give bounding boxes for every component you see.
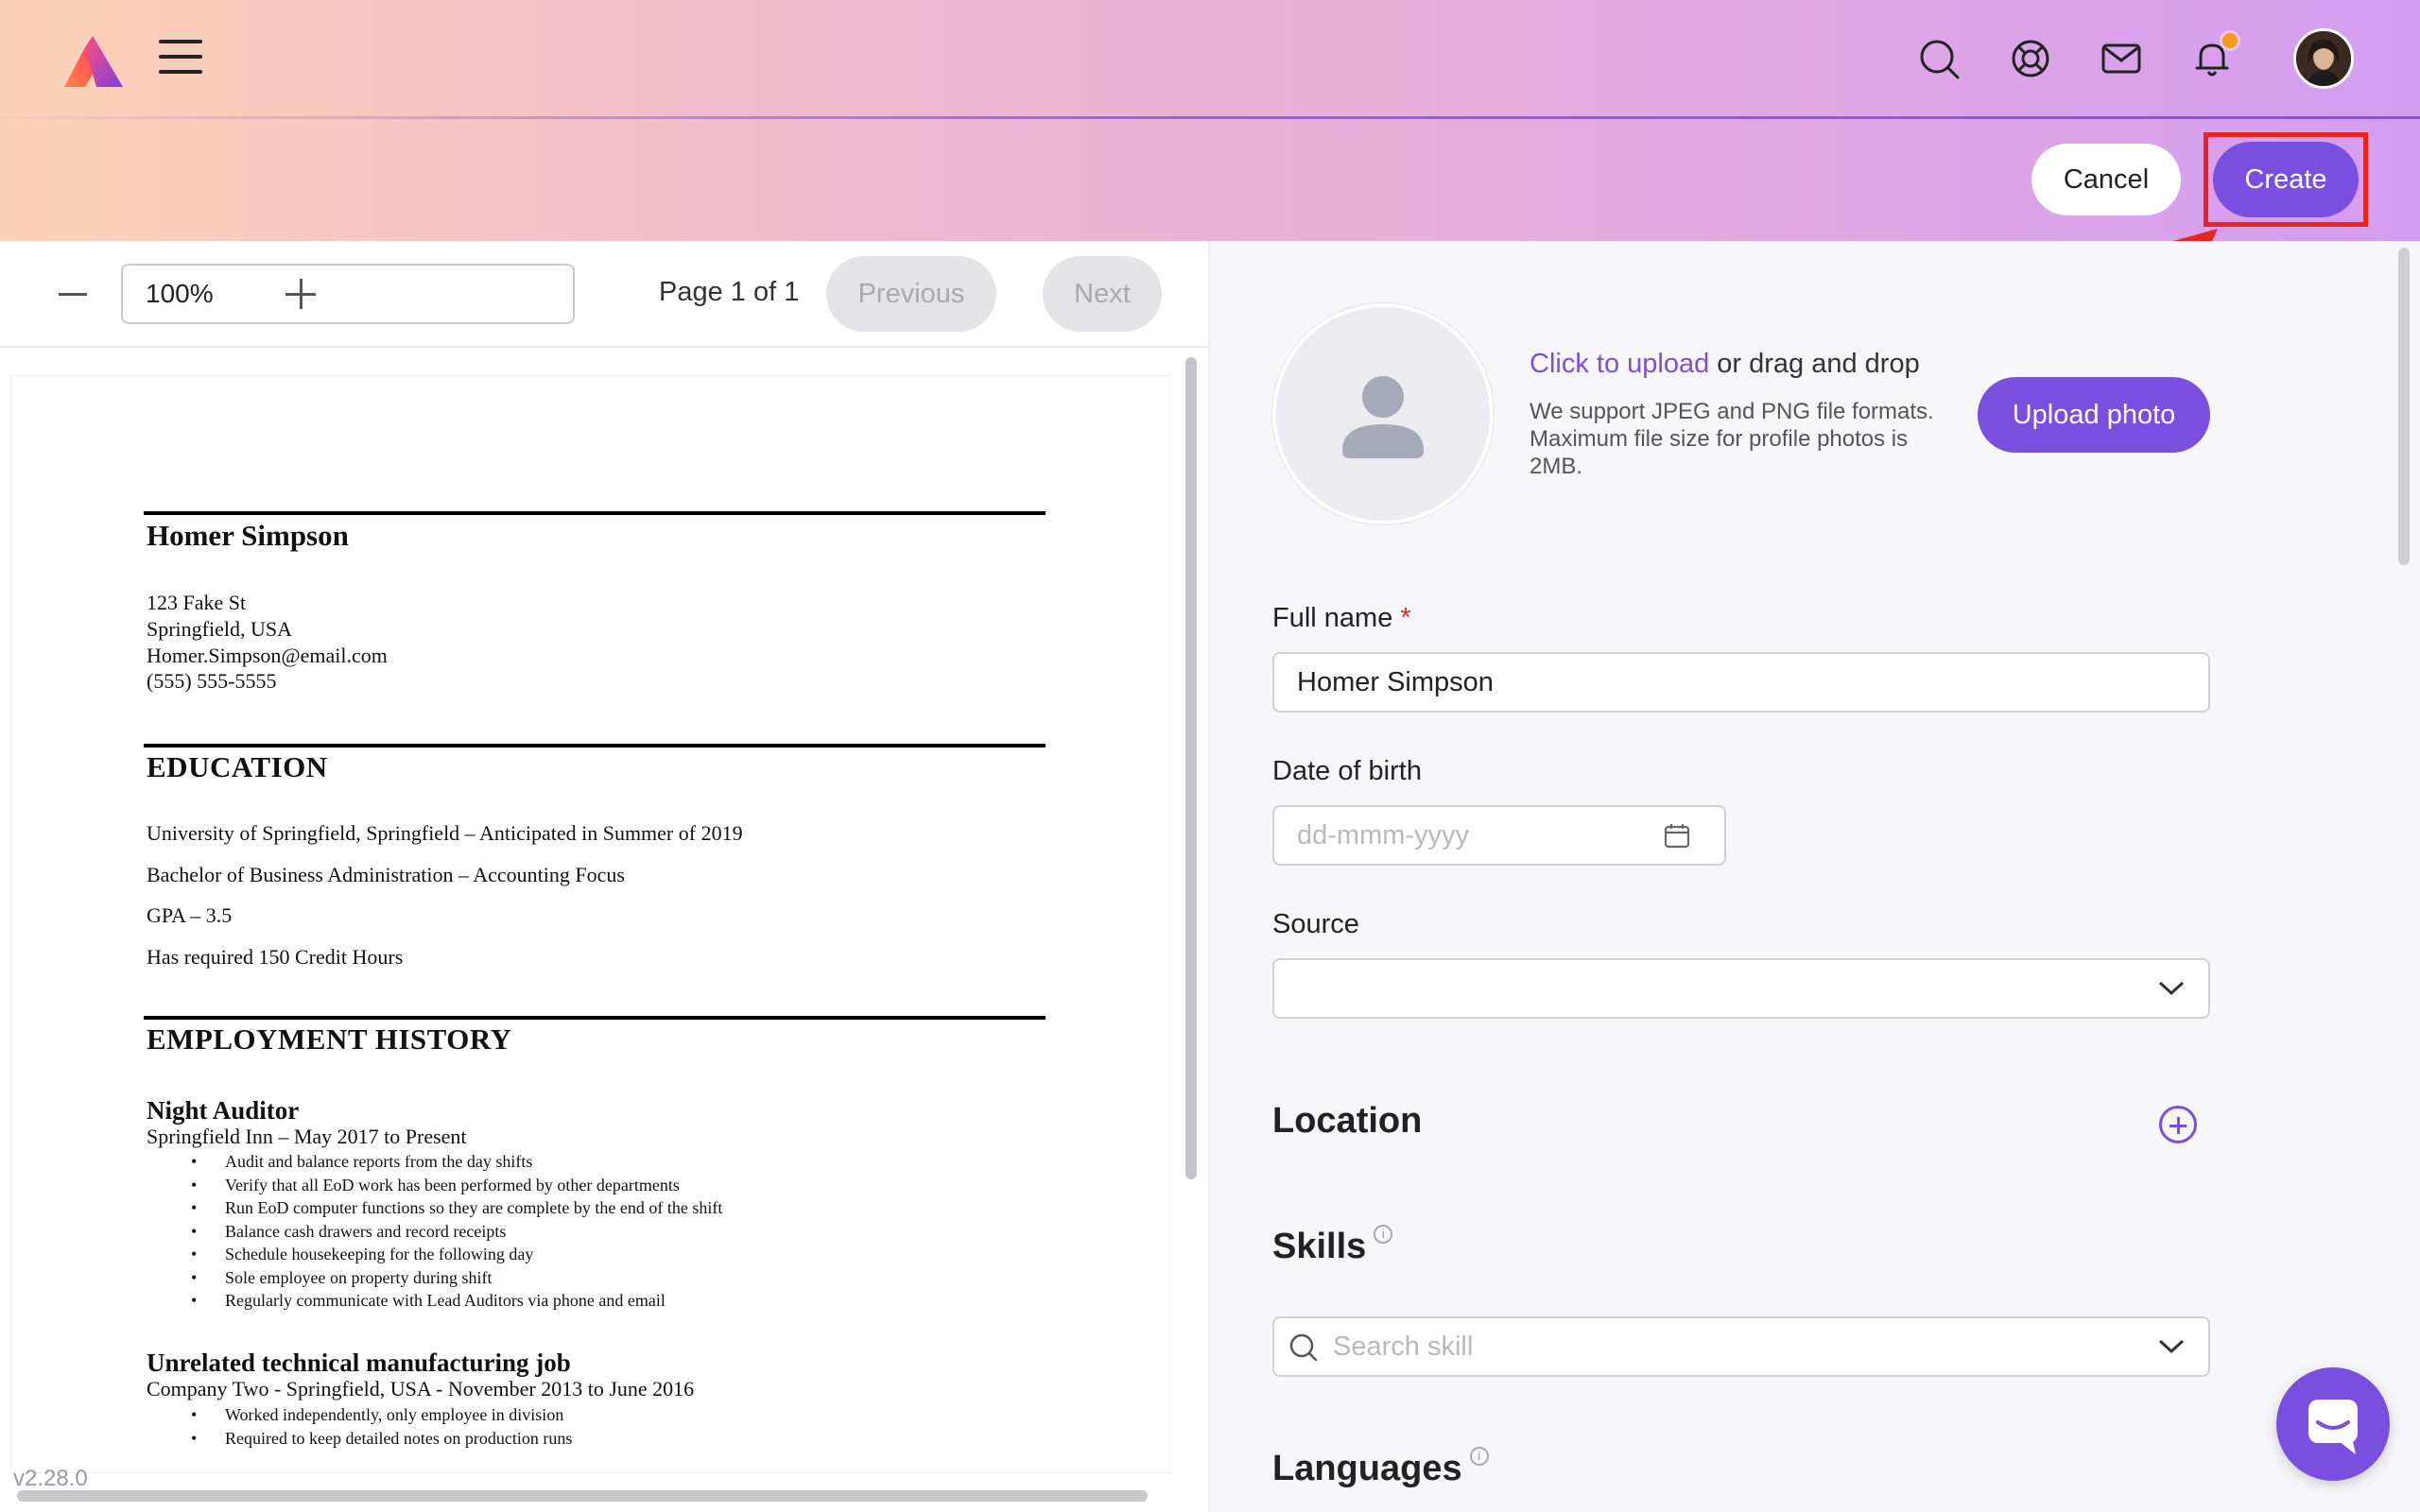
cancel-button[interactable]: Cancel (2031, 144, 2181, 215)
chevron-down-icon (2158, 981, 2185, 996)
contact-line: 123 Fake St (147, 591, 247, 614)
job-bullets: Worked independently, only employee in d… (191, 1403, 572, 1450)
source-select[interactable] (1272, 958, 2210, 1019)
dob-label: Date of birth (1272, 756, 1422, 786)
resume-name: Homer Simpson (147, 519, 349, 552)
pdf-toolbar: 100% Page 1 of 1 Previous Next (0, 241, 1208, 348)
form-vertical-scrollbar[interactable] (2398, 248, 2410, 565)
previous-page-button[interactable]: Previous (826, 256, 996, 332)
divider-rule (144, 1016, 1046, 1020)
header-divider (0, 116, 2420, 119)
job-bullets: Audit and balance reports from the day s… (191, 1150, 722, 1313)
calendar-icon[interactable] (1664, 822, 1690, 849)
menu-icon[interactable] (159, 40, 202, 74)
job-subtitle: Company Two - Springfield, USA - Novembe… (147, 1377, 695, 1400)
education-line: GPA – 3.5 (147, 903, 233, 927)
chevron-down-icon[interactable] (2157, 1337, 2186, 1356)
required-marker: * (1400, 603, 1411, 633)
upload-instructions: Click to upload or drag and drop (1530, 349, 1920, 380)
divider-rule (144, 744, 1046, 747)
dob-input[interactable]: dd-mmm-yyyy (1272, 805, 1726, 866)
full-name-label: Full name * (1272, 603, 1411, 634)
divider-rule (144, 511, 1046, 515)
resume-viewer: 100% Page 1 of 1 Previous Next Homer Sim… (0, 241, 1208, 1512)
bullet-item: Verify that all EoD work has been perfor… (191, 1174, 722, 1197)
zoom-value: 100% (146, 279, 214, 308)
add-location-icon[interactable] (2159, 1106, 2197, 1143)
upload-photo-button[interactable]: Upload photo (1978, 377, 2210, 453)
location-heading: Location (1272, 1101, 1423, 1141)
page-indicator: Page 1 of 1 (659, 277, 800, 307)
employment-heading: EMPLOYMENT HISTORY (147, 1022, 512, 1056)
search-icon[interactable] (1918, 38, 1960, 79)
chat-bubble-icon (2308, 1400, 2358, 1454)
info-icon[interactable]: i (1469, 1447, 1489, 1466)
candidate-form: Click to upload or drag and drop We supp… (1208, 241, 2420, 1512)
languages-heading: Languages i (1272, 1447, 1489, 1489)
bullet-item: Required to keep detailed notes on produ… (191, 1427, 572, 1451)
user-avatar[interactable] (2293, 28, 2354, 89)
bullet-item: Schedule housekeeping for the following … (191, 1243, 722, 1266)
search-icon (1289, 1333, 1318, 1362)
next-page-button[interactable]: Next (1043, 256, 1162, 332)
bullet-item: Regularly communicate with Lead Auditors… (191, 1289, 722, 1313)
bullet-item: Balance cash drawers and record receipts (191, 1220, 722, 1244)
education-line: University of Springfield, Springfield –… (147, 821, 743, 845)
languages-heading-text: Languages (1272, 1449, 1462, 1488)
full-name-label-text: Full name (1272, 603, 1393, 633)
skills-search-input[interactable]: Search skill (1272, 1316, 2210, 1377)
notification-dot (2220, 30, 2240, 51)
job-subtitle: Springfield Inn – May 2017 to Present (147, 1125, 467, 1148)
education-line: Has required 150 Credit Hours (147, 945, 404, 969)
job-title: Unrelated technical manufacturing job (147, 1349, 571, 1377)
source-label: Source (1272, 909, 1359, 939)
full-name-input[interactable]: Homer Simpson (1272, 652, 2210, 713)
resume-document: Homer Simpson 123 Fake St Springfield, U… (11, 376, 1169, 1472)
bullet-item: Audit and balance reports from the day s… (191, 1150, 722, 1174)
contact-line: Springfield, USA (147, 617, 292, 641)
app-logo[interactable] (57, 34, 125, 91)
chat-widget-button[interactable] (2276, 1367, 2390, 1481)
info-icon[interactable]: i (1374, 1225, 1393, 1244)
job-title: Night Auditor (147, 1096, 300, 1125)
bullet-item: Worked independently, only employee in d… (191, 1403, 572, 1427)
viewer-vertical-scrollbar[interactable] (1185, 357, 1197, 1179)
user-silhouette-icon (1342, 376, 1424, 458)
upload-drag-text: or drag and drop (1709, 349, 1920, 379)
top-bar: Cancel Create (0, 0, 2420, 344)
create-button[interactable]: Create (2213, 142, 2359, 217)
help-lifebuoy-icon[interactable] (2010, 38, 2051, 79)
contact-line: (555) 555-5555 (147, 669, 277, 693)
viewer-horizontal-scrollbar[interactable] (17, 1490, 1148, 1502)
bullet-item: Sole employee on property during shift (191, 1266, 722, 1290)
zoom-in-icon[interactable] (285, 279, 316, 309)
contact-line: Homer.Simpson@email.com (147, 644, 388, 667)
skills-heading-text: Skills (1272, 1227, 1367, 1266)
bullet-item: Run EoD computer functions so they are c… (191, 1196, 722, 1220)
profile-photo-placeholder[interactable] (1272, 303, 1494, 524)
education-heading: EDUCATION (147, 750, 328, 783)
click-to-upload-link[interactable]: Click to upload (1530, 349, 1709, 379)
zoom-out-icon[interactable] (59, 293, 87, 296)
zoom-field[interactable]: 100% (121, 264, 575, 324)
education-line: Bachelor of Business Administration – Ac… (147, 863, 625, 886)
upload-help-text: We support JPEG and PNG file formats. Ma… (1530, 399, 1934, 479)
mail-icon[interactable] (2100, 38, 2142, 79)
dob-placeholder: dd-mmm-yyyy (1297, 820, 1470, 850)
skills-placeholder: Search skill (1333, 1332, 1474, 1362)
app-version: v2.28.0 (13, 1466, 88, 1491)
skills-heading: Skills i (1272, 1225, 1393, 1267)
